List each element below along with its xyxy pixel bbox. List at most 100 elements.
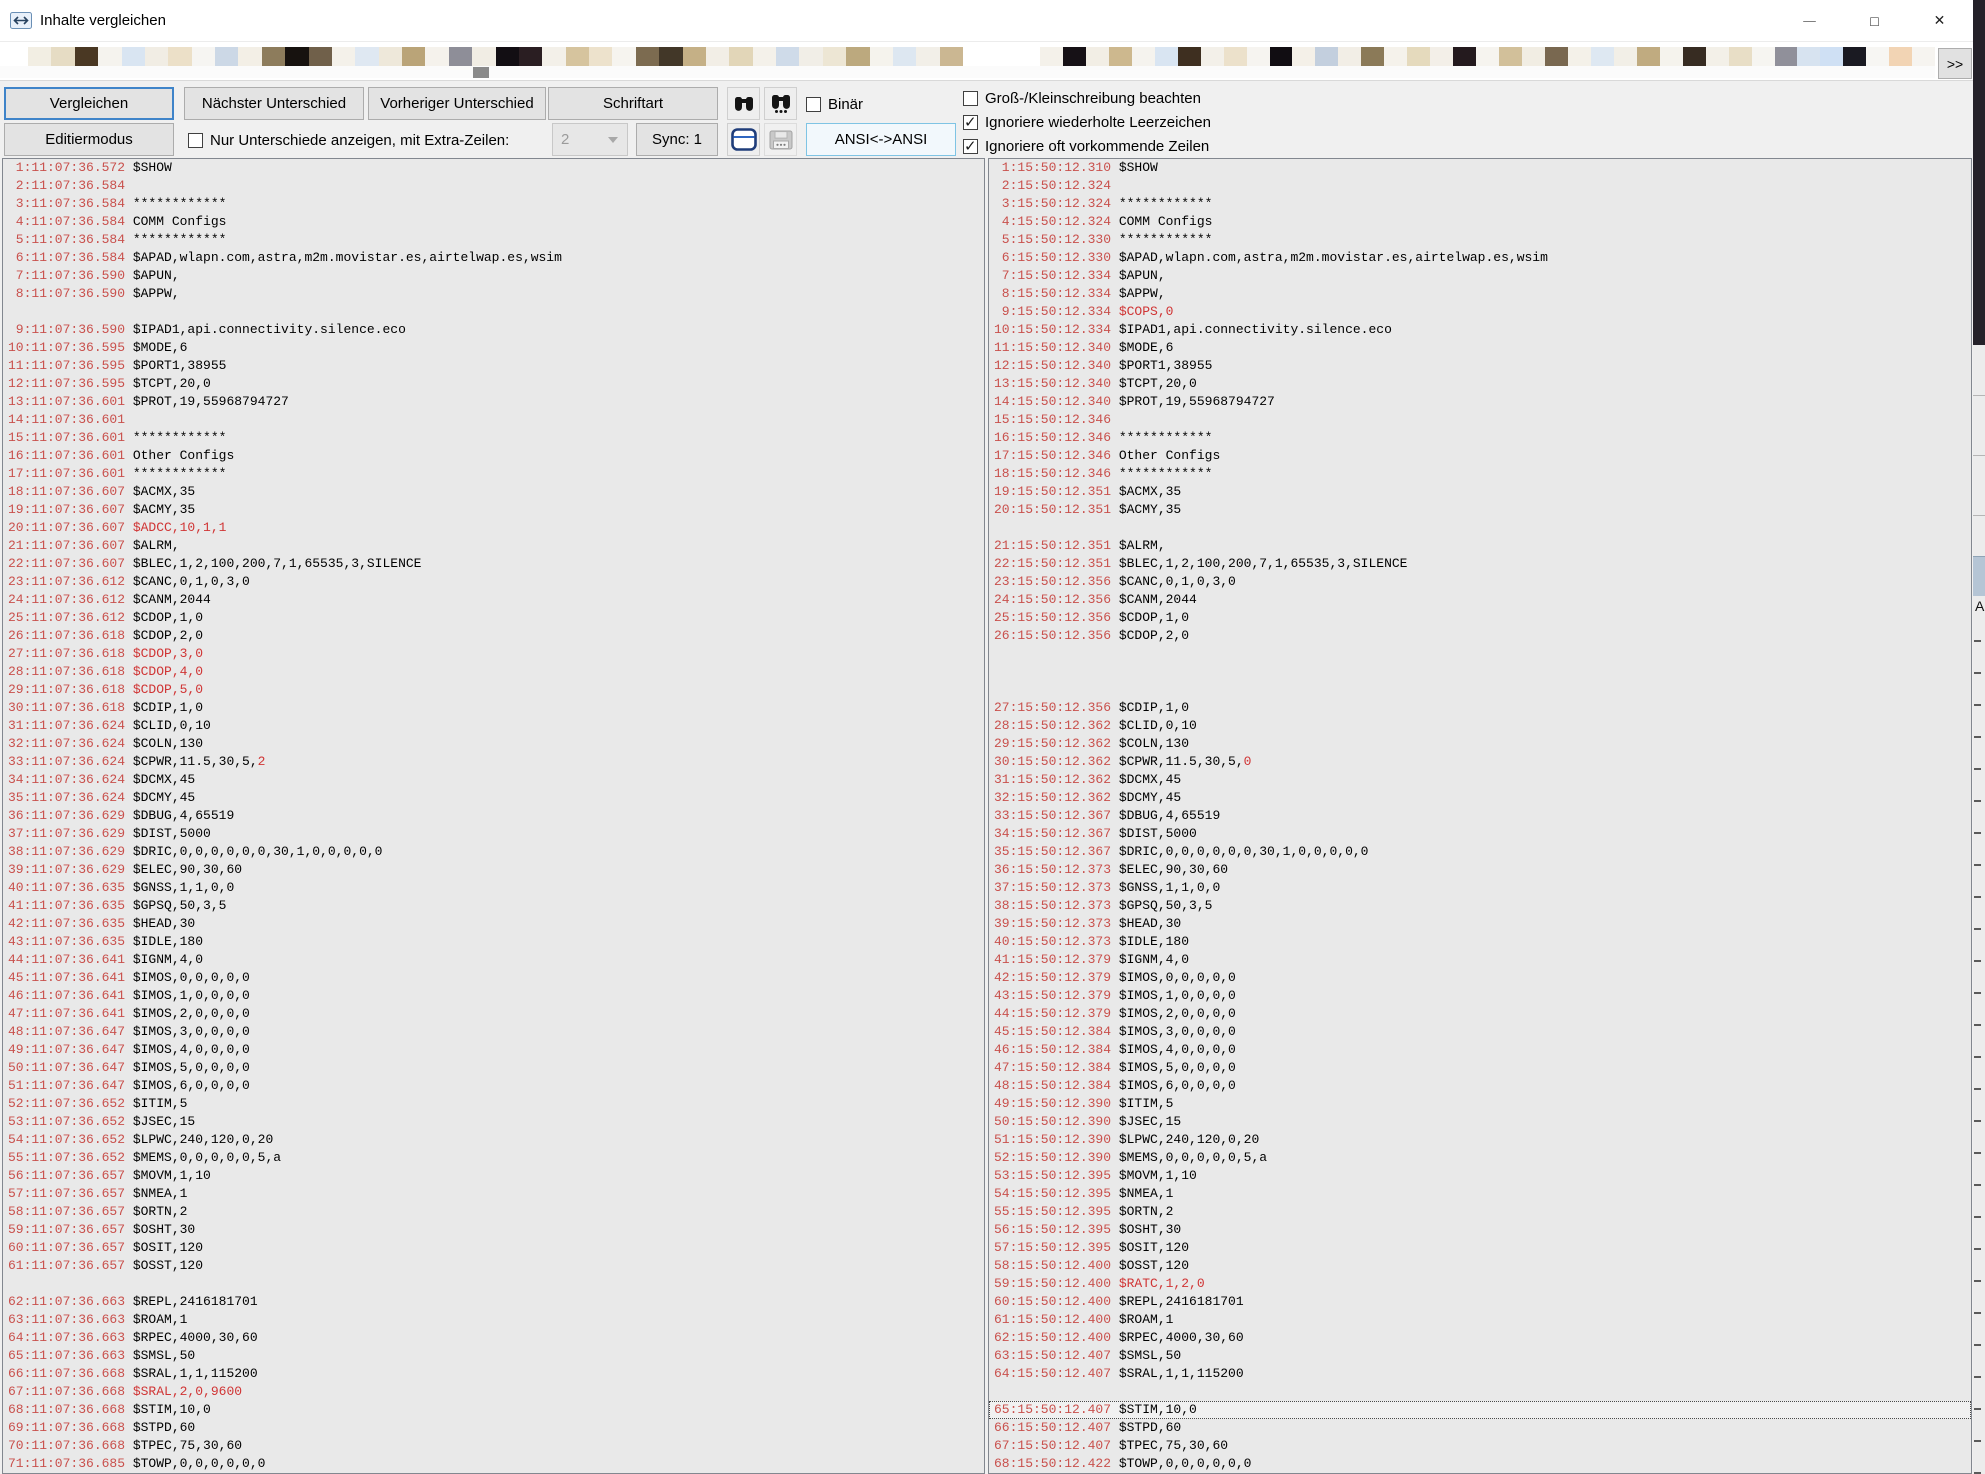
- diff-line[interactable]: 56:11:07:36.657 $MOVM,1,10: [3, 1167, 984, 1185]
- diff-line[interactable]: 45:15:50:12.384 $IMOS,3,0,0,0,0: [989, 1023, 1971, 1041]
- diff-line[interactable]: 37:11:07:36.629 $DIST,5000: [3, 825, 984, 843]
- diff-line[interactable]: 29:15:50:12.362 $COLN,130: [989, 735, 1971, 753]
- diff-line[interactable]: 43:15:50:12.379 $IMOS,1,0,0,0,0: [989, 987, 1971, 1005]
- diff-line[interactable]: 53:15:50:12.395 $MOVM,1,10: [989, 1167, 1971, 1185]
- next-difference-button[interactable]: Nächster Unterschied: [184, 87, 364, 120]
- diff-line[interactable]: 20:15:50:12.351 $ACMY,35: [989, 501, 1971, 519]
- right-file-pane[interactable]: 1:15:50:12.310 $SHOW 2:15:50:12.324 3:15…: [988, 158, 1972, 1474]
- diff-line[interactable]: 8:11:07:36.590 $APPW,: [3, 285, 984, 303]
- diff-gap-line[interactable]: [3, 1275, 984, 1293]
- search-button[interactable]: [727, 87, 760, 120]
- ignore-common-lines-checkbox[interactable]: Ignoriere oft vorkommende Zeilen: [963, 138, 1209, 155]
- diff-line[interactable]: 64:11:07:36.663 $RPEC,4000,30,60: [3, 1329, 984, 1347]
- diff-line[interactable]: 62:11:07:36.663 $REPL,2416181701: [3, 1293, 984, 1311]
- previous-difference-button[interactable]: Vorheriger Unterschied: [368, 87, 546, 120]
- diff-line[interactable]: 59:15:50:12.400 $RATC,1,2,0: [989, 1275, 1971, 1293]
- diff-line[interactable]: 22:15:50:12.351 $BLEC,1,2,100,200,7,1,65…: [989, 555, 1971, 573]
- diff-line[interactable]: 36:11:07:36.629 $DBUG,4,65519: [3, 807, 984, 825]
- diff-line[interactable]: 33:15:50:12.367 $DBUG,4,65519: [989, 807, 1971, 825]
- diff-line[interactable]: 60:11:07:36.657 $OSIT,120: [3, 1239, 984, 1257]
- overview-map-left[interactable]: [28, 47, 963, 66]
- diff-line[interactable]: 19:15:50:12.351 $ACMX,35: [989, 483, 1971, 501]
- diff-line[interactable]: 52:15:50:12.390 $MEMS,0,0,0,0,0,5,a: [989, 1149, 1971, 1167]
- diff-line[interactable]: 27:15:50:12.356 $CDIP,1,0: [989, 699, 1971, 717]
- diff-gap-line[interactable]: [989, 1383, 1971, 1401]
- diff-line[interactable]: 14:11:07:36.601: [3, 411, 984, 429]
- diff-line[interactable]: 46:15:50:12.384 $IMOS,4,0,0,0,0: [989, 1041, 1971, 1059]
- diff-line[interactable]: 50:15:50:12.390 $JSEC,15: [989, 1113, 1971, 1131]
- diff-line[interactable]: 67:15:50:12.407 $TPEC,75,30,60: [989, 1437, 1971, 1455]
- ansi-conversion-button[interactable]: ANSI<->ANSI: [806, 123, 956, 156]
- font-button[interactable]: Schriftart: [548, 87, 718, 120]
- diff-line[interactable]: 40:15:50:12.373 $IDLE,180: [989, 933, 1971, 951]
- diff-line[interactable]: 36:15:50:12.373 $ELEC,90,30,60: [989, 861, 1971, 879]
- diff-line[interactable]: 28:15:50:12.362 $CLID,0,10: [989, 717, 1971, 735]
- diff-line[interactable]: 24:11:07:36.612 $CANM,2044: [3, 591, 984, 609]
- diff-line[interactable]: 49:15:50:12.390 $ITIM,5: [989, 1095, 1971, 1113]
- diff-gap-line[interactable]: [989, 645, 1971, 663]
- diff-line[interactable]: 35:15:50:12.367 $DRIC,0,0,0,0,0,0,30,1,0…: [989, 843, 1971, 861]
- diff-line[interactable]: 4:11:07:36.584 COMM Configs: [3, 213, 984, 231]
- binary-checkbox[interactable]: Binär: [806, 96, 863, 113]
- diff-line[interactable]: 13:15:50:12.340 $TCPT,20,0: [989, 375, 1971, 393]
- diff-line[interactable]: 54:15:50:12.395 $NMEA,1: [989, 1185, 1971, 1203]
- diff-gap-line[interactable]: [989, 681, 1971, 699]
- diff-line[interactable]: 38:15:50:12.373 $GPSQ,50,3,5: [989, 897, 1971, 915]
- diff-line[interactable]: 30:11:07:36.618 $CDIP,1,0: [3, 699, 984, 717]
- split-view-button[interactable]: [727, 123, 760, 156]
- diff-line[interactable]: 58:15:50:12.400 $OSST,120: [989, 1257, 1971, 1275]
- diff-line[interactable]: 60:15:50:12.400 $REPL,2416181701: [989, 1293, 1971, 1311]
- maximize-button[interactable]: □: [1842, 0, 1907, 42]
- diff-line[interactable]: 38:11:07:36.629 $DRIC,0,0,0,0,0,0,30,1,0…: [3, 843, 984, 861]
- diff-line[interactable]: 22:11:07:36.607 $BLEC,1,2,100,200,7,1,65…: [3, 555, 984, 573]
- diff-line[interactable]: 45:11:07:36.641 $IMOS,0,0,0,0,0: [3, 969, 984, 987]
- diff-line[interactable]: 19:11:07:36.607 $ACMY,35: [3, 501, 984, 519]
- diff-line[interactable]: 3:11:07:36.584 ************: [3, 195, 984, 213]
- diff-line[interactable]: 59:11:07:36.657 $OSHT,30: [3, 1221, 984, 1239]
- diff-line[interactable]: 68:11:07:36.668 $STIM,10,0: [3, 1401, 984, 1419]
- minimize-button[interactable]: —: [1777, 0, 1842, 42]
- diff-line[interactable]: 6:11:07:36.584 $APAD,wlapn.com,astra,m2m…: [3, 249, 984, 267]
- diff-gap-line[interactable]: [989, 663, 1971, 681]
- diff-line[interactable]: 48:11:07:36.647 $IMOS,3,0,0,0,0: [3, 1023, 984, 1041]
- diff-line[interactable]: 25:15:50:12.356 $CDOP,1,0: [989, 609, 1971, 627]
- diff-line[interactable]: 21:11:07:36.607 $ALRM,: [3, 537, 984, 555]
- diff-line[interactable]: 23:15:50:12.356 $CANC,0,1,0,3,0: [989, 573, 1971, 591]
- diff-line[interactable]: 11:15:50:12.340 $MODE,6: [989, 339, 1971, 357]
- diff-line[interactable]: 57:11:07:36.657 $NMEA,1: [3, 1185, 984, 1203]
- diff-line[interactable]: 48:15:50:12.384 $IMOS,6,0,0,0,0: [989, 1077, 1971, 1095]
- diff-line[interactable]: 15:11:07:36.601 ************: [3, 429, 984, 447]
- diff-line[interactable]: 34:11:07:36.624 $DCMX,45: [3, 771, 984, 789]
- diff-line[interactable]: 8:15:50:12.334 $APPW,: [989, 285, 1971, 303]
- diff-line[interactable]: 52:11:07:36.652 $ITIM,5: [3, 1095, 984, 1113]
- diff-line[interactable]: 46:11:07:36.641 $IMOS,1,0,0,0,0: [3, 987, 984, 1005]
- diff-line[interactable]: 37:15:50:12.373 $GNSS,1,1,0,0: [989, 879, 1971, 897]
- diff-line[interactable]: 26:15:50:12.356 $CDOP,2,0: [989, 627, 1971, 645]
- diff-line[interactable]: 4:15:50:12.324 COMM Configs: [989, 213, 1971, 231]
- diff-line[interactable]: 56:15:50:12.395 $OSHT,30: [989, 1221, 1971, 1239]
- save-button[interactable]: [764, 123, 797, 156]
- diff-line[interactable]: 61:11:07:36.657 $OSST,120: [3, 1257, 984, 1275]
- diff-line[interactable]: 63:11:07:36.663 $ROAM,1: [3, 1311, 984, 1329]
- search-options-button[interactable]: [764, 87, 797, 120]
- diff-line[interactable]: 16:15:50:12.346 ************: [989, 429, 1971, 447]
- diff-line[interactable]: 11:11:07:36.595 $PORT1,38955: [3, 357, 984, 375]
- diff-line[interactable]: 14:15:50:12.340 $PROT,19,55968794727: [989, 393, 1971, 411]
- diff-line[interactable]: 53:11:07:36.652 $JSEC,15: [3, 1113, 984, 1131]
- diff-gap-line[interactable]: [3, 303, 984, 321]
- diff-line[interactable]: 5:11:07:36.584 ************: [3, 231, 984, 249]
- left-file-pane[interactable]: 1:11:07:36.572 $SHOW 2:11:07:36.584 3:11…: [2, 158, 985, 1474]
- diff-line[interactable]: 26:11:07:36.618 $CDOP,2,0: [3, 627, 984, 645]
- diff-line[interactable]: 31:11:07:36.624 $CLID,0,10: [3, 717, 984, 735]
- case-sensitive-checkbox[interactable]: Groß-/Kleinschreibung beachten: [963, 90, 1201, 107]
- diff-gap-line[interactable]: [989, 519, 1971, 537]
- diff-line[interactable]: 12:15:50:12.340 $PORT1,38955: [989, 357, 1971, 375]
- diff-line[interactable]: 3:15:50:12.324 ************: [989, 195, 1971, 213]
- diff-line[interactable]: 55:11:07:36.652 $MEMS,0,0,0,0,0,5,a: [3, 1149, 984, 1167]
- diff-line[interactable]: 1:11:07:36.572 $SHOW: [3, 159, 984, 177]
- diff-line[interactable]: 69:11:07:36.668 $STPD,60: [3, 1419, 984, 1437]
- diff-line[interactable]: 17:11:07:36.601 ************: [3, 465, 984, 483]
- diff-line[interactable]: 18:11:07:36.607 $ACMX,35: [3, 483, 984, 501]
- diff-line[interactable]: 61:15:50:12.400 $ROAM,1: [989, 1311, 1971, 1329]
- diff-line[interactable]: 34:15:50:12.367 $DIST,5000: [989, 825, 1971, 843]
